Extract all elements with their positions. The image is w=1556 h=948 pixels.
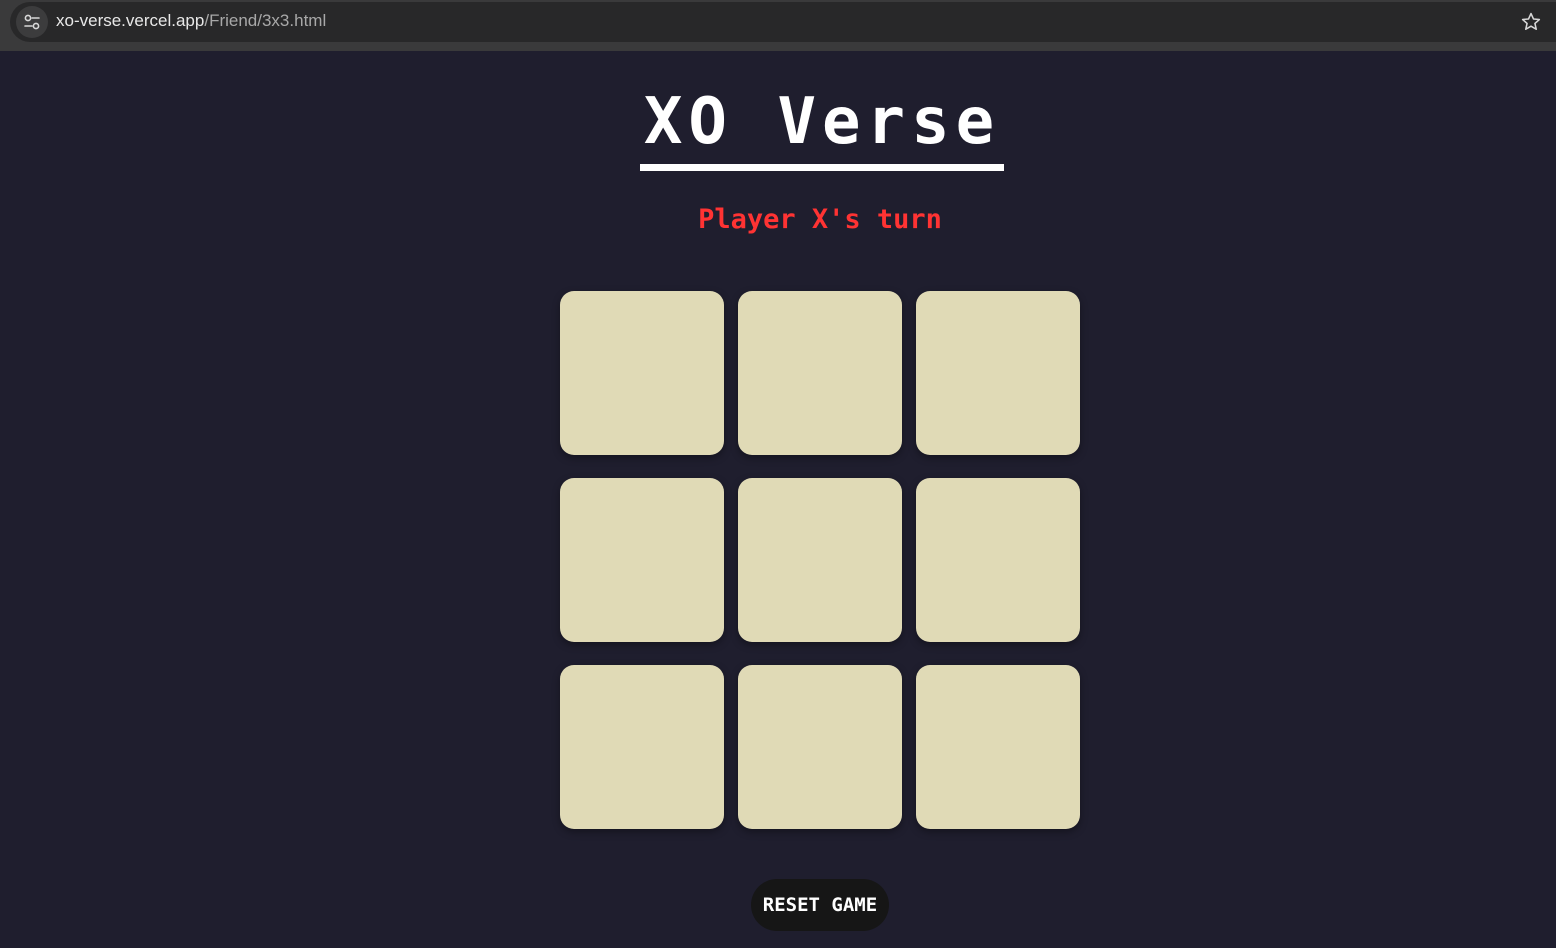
address-bar[interactable]: xo-verse.vercel.app/Friend/3x3.html	[10, 2, 1556, 42]
page-title: XO Verse	[639, 86, 1005, 171]
turn-status: Player X's turn	[698, 204, 942, 235]
board-cell-5[interactable]	[738, 478, 902, 642]
game-board	[560, 291, 1080, 829]
url-host: xo-verse.vercel.app	[56, 11, 205, 30]
board-cell-7[interactable]	[560, 665, 724, 829]
board-cell-8[interactable]	[738, 665, 902, 829]
board-cell-3[interactable]	[916, 291, 1080, 455]
tune-icon	[24, 14, 40, 30]
url-path: /Friend/3x3.html	[204, 11, 327, 30]
board-cell-9[interactable]	[916, 665, 1080, 829]
board-cell-6[interactable]	[916, 478, 1080, 642]
browser-toolbar: xo-verse.vercel.app/Friend/3x3.html	[0, 0, 1556, 51]
site-info-button[interactable]	[16, 6, 48, 38]
reset-game-button[interactable]: RESET GAME	[751, 879, 889, 931]
board-cell-2[interactable]	[738, 291, 902, 455]
board-cell-1[interactable]	[560, 291, 724, 455]
url-text[interactable]: xo-verse.vercel.app/Friend/3x3.html	[56, 11, 326, 31]
star-outline-icon[interactable]	[1520, 11, 1542, 33]
board-cell-4[interactable]	[560, 478, 724, 642]
title-container: XO Verse	[0, 86, 1556, 171]
